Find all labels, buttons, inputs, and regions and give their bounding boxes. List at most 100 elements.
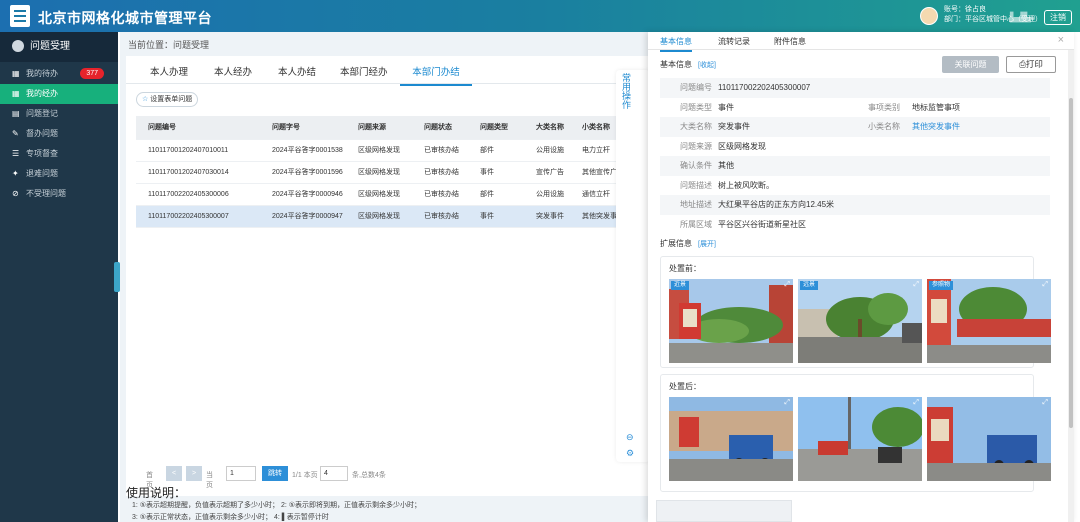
cell-major: 宣传广告 [536,169,564,176]
field-label: 问题类型 [680,102,712,112]
detail-scrollbar[interactable] [1068,50,1074,522]
next-page-button[interactable]: > [186,466,202,481]
expand-icon: ⤢ [784,399,790,406]
problem-table: 问题编号 问题字号 问题来源 问题状态 问题类型 大类名称 小类名称 11011… [136,116,616,228]
before-photo-far[interactable]: 远景 ⤢ [798,279,922,363]
photo-tag: 近景 [671,281,690,290]
print-button[interactable]: ⎙打印 [1006,56,1056,73]
ext-info-title: 扩展信息 [展开] [660,238,716,249]
info-row: 问题描述 树上被风吹断。 [660,176,1050,196]
gear-icon[interactable]: ⚙ [626,448,634,459]
expand-toggle[interactable]: [展开] [698,241,716,248]
sidebar-item-register[interactable]: ▤ 问题登记 [0,104,118,124]
cell-ref: 2024平谷答字0001596 [272,169,343,176]
tab-dept-handled[interactable]: 本部门经办 [340,64,388,78]
cell-type: 事件 [480,169,494,176]
related-problem-button[interactable]: 关联问题 [942,56,999,73]
tab-attachments[interactable]: 附件信息 [774,36,806,47]
cell-type: 部件 [480,147,494,154]
user-icon [12,40,24,53]
tab-flow-record[interactable]: 流转记录 [718,36,750,47]
field-address: 大红果平谷店的正东方向12.45米 [718,200,835,209]
col-header-source[interactable]: 问题来源 [358,116,386,140]
cell-status: 已审核办结 [424,169,459,176]
pen-icon: ✎ [12,129,19,138]
star-icon: ☆ [142,96,151,103]
before-photo-close[interactable]: 近景 ⤢ [669,279,793,363]
collapse-toggle[interactable]: [收起] [698,62,716,69]
ext-info-title-text: 扩展信息 [660,239,692,248]
field-label: 问题编号 [680,83,712,92]
tab-personal-handled[interactable]: 本人经办 [214,64,252,78]
field-label: 小类名称 [868,122,900,131]
col-header-id[interactable]: 问题编号 [148,116,176,140]
tab-personal-handling[interactable]: 本人办理 [150,64,188,78]
tab-personal-closed[interactable]: 本人办结 [278,64,316,78]
avatar [920,7,938,25]
printer-icon: ⎙ [1019,59,1026,69]
cell-id: 110117001202407030014 [148,169,229,176]
scrollbar-thumb[interactable] [1069,98,1073,428]
detail-tabs: 基本信息 流转记录 附件信息 × [648,32,1074,52]
field-area: 平谷区兴谷街道新星社区 [718,219,806,229]
table-row[interactable]: 110117002202405300006 2024平谷答字0000946 区级… [136,184,616,206]
field-label: 大类名称 [680,122,712,131]
field-label: 确认条件 [680,161,712,170]
cell-ref: 2024平谷答字0000946 [272,191,343,198]
prev-page-button[interactable]: < [166,466,182,481]
cell-source: 区级网格发现 [358,191,400,198]
app-title: 北京市网格化城市管理平台 [38,10,212,26]
field-minor-class-link[interactable]: 其他突发事件 [912,117,960,137]
expand-icon: ⤢ [1042,399,1048,406]
page-size-input[interactable]: 4 [320,466,348,481]
expand-icon: ⤢ [1042,281,1048,288]
usage-line-2: 3: ⑤表示正常状态，正值表示剩余多少小时； 4: ▌表示暂停计时 [132,514,329,521]
sidebar-item-my-todo[interactable]: ▦ 我的待办 377 [0,64,118,84]
photo-tag: 远景 [800,281,819,290]
basic-info-title: 基本信息 [收起] [660,59,716,70]
sidebar-item-rejected[interactable]: ⊘ 不受理问题 [0,184,118,204]
table-row-selected[interactable]: 110117002202405300007 2024平谷答字0000947 区级… [136,206,616,228]
page-number-input[interactable]: 1 [226,466,256,481]
usage-line-1: 1: ⑤表示超期提醒，负值表示超期了多少小时； 2: ⑤表示即将到期，正值表示剩… [132,502,422,509]
sidebar-item-special-inspection[interactable]: ☰ 专项督查 [0,144,118,164]
sidebar-item-label: 我的待办 [26,69,58,78]
help-icon[interactable]: ⊖ [626,432,634,443]
cell-ref: 2024平谷答字0000947 [272,213,343,220]
info-row: 确认条件 其他 [660,156,1050,176]
cell-status: 已审核办结 [424,147,459,154]
col-header-ref[interactable]: 问题字号 [272,116,300,140]
sidebar-item-my-handled[interactable]: ▦ 我的经办 [0,84,118,104]
grid-icon: ▦ [12,89,20,98]
after-photo-3[interactable]: ⤢ [927,397,1051,481]
cell-type: 部件 [480,191,494,198]
filter-settings-button[interactable]: ☆ 设置表单问题 [136,92,199,107]
cell-minor: 通信立杆 [582,191,610,198]
detail-drawer: 基本信息 流转记录 附件信息 × 基本信息 [收起] 关联问题 ⎙打印 问题编号 1… [648,32,1074,522]
jump-button[interactable]: 跳转 [262,466,288,481]
photo-tag: 参照物 [929,281,954,290]
col-header-type[interactable]: 问题类型 [480,116,508,140]
sidebar-item-label: 专项督查 [26,149,58,158]
common-actions-panel[interactable]: 常用操作 ⊖ ⚙ [616,70,650,462]
table-row[interactable]: 110117001202407030014 2024平谷答字0001596 区级… [136,162,616,184]
table-row[interactable]: 110117001202407010011 2024平谷答字0001538 区级… [136,140,616,162]
sidebar-item-supervise[interactable]: ✎ 督办问题 [0,124,118,144]
usage-title: 使用说明： [126,486,187,500]
tab-basic-info[interactable]: 基本信息 [660,36,692,52]
expand-icon: ⤢ [784,281,790,288]
logout-button[interactable]: 注销 [1044,10,1072,25]
sidebar-item-difficult[interactable]: ✦ 退难问题 [0,164,118,184]
before-photo-reference[interactable]: 参照物 ⤢ [927,279,1051,363]
close-icon[interactable]: × [1058,34,1064,46]
after-photo-2[interactable]: ⤢ [798,397,922,481]
tab-dept-closed[interactable]: 本部门办结 [400,64,472,86]
form-icon: ▤ [12,109,20,118]
after-photo-1[interactable]: ⤢ [669,397,793,481]
cell-minor: 电力立杆 [582,147,610,154]
cell-id: 110117001202407010011 [148,147,229,154]
sidebar-item-label: 问题登记 [26,109,58,118]
map-thumbnail[interactable] [656,500,792,522]
col-header-status[interactable]: 问题状态 [424,116,452,140]
before-photos: 处置前： 近景 ⤢ 远景 ⤢ 参照物 ⤢ [660,256,1051,368]
